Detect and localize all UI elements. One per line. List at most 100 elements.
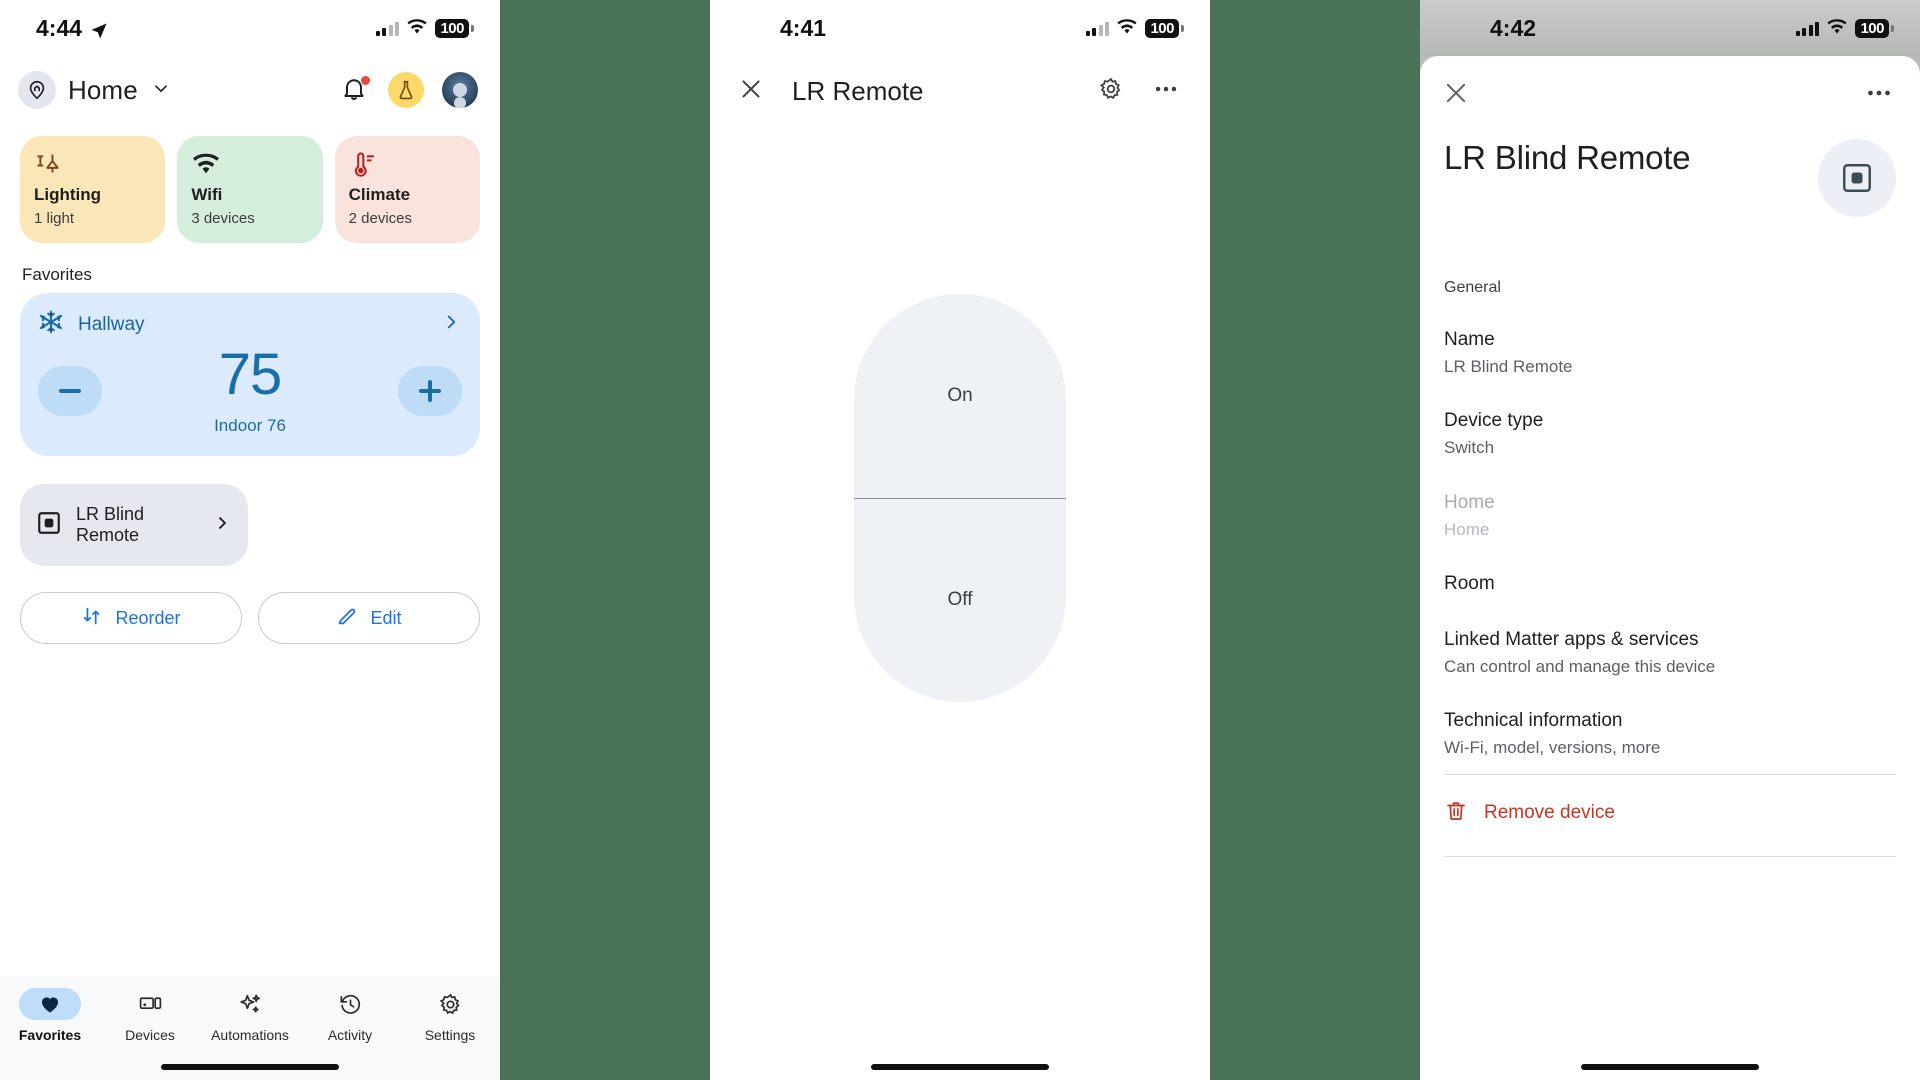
toggle-off-half[interactable]: Off [854, 499, 1066, 703]
phone-panel-device-settings: 4:42 100 LR Blind Remote General Name LR… [1420, 0, 1920, 1080]
cellular-signal-icon [1085, 20, 1110, 36]
thermostat-card[interactable]: Hallway 75 Indoor 76 [20, 293, 480, 457]
reorder-button-label: Reorder [115, 607, 181, 628]
status-bar: 4:44 100 [0, 0, 500, 56]
more-horizontal-icon[interactable] [1152, 75, 1180, 108]
chip-subtitle: 2 devices [348, 209, 413, 227]
experiments-flask-icon[interactable] [388, 72, 424, 108]
thermostat-room-name: Hallway [78, 313, 145, 335]
settings-row-linked-matter[interactable]: Linked Matter apps & services Can contro… [1444, 627, 1896, 678]
minus-icon [59, 389, 81, 394]
nav-item-devices[interactable]: Devices [100, 988, 200, 1043]
settings-row-technical-information[interactable]: Technical information Wi-Fi, model, vers… [1444, 708, 1896, 759]
remote-header: LR Remote [710, 56, 1210, 118]
avatar[interactable] [442, 72, 478, 108]
edit-button-label: Edit [370, 607, 402, 628]
settings-row-home[interactable]: Home Home [1444, 490, 1896, 541]
chip-subtitle: 3 devices [191, 209, 255, 227]
thermostat-indoor-reading: Indoor 76 [214, 416, 286, 436]
bottom-navigation: Favorites Devices Automations Activity S… [0, 976, 500, 1080]
group-label-general: General [1444, 279, 1501, 296]
trash-icon [1444, 799, 1468, 828]
chevron-down-icon[interactable] [150, 77, 172, 104]
toggle-on-half[interactable]: On [854, 294, 1066, 499]
close-x-icon[interactable] [738, 76, 764, 107]
chip-title: Lighting [34, 185, 102, 204]
nav-item-favorites[interactable]: Favorites [0, 988, 100, 1043]
battery-indicator: 100 [435, 18, 474, 38]
plus-icon [419, 380, 441, 403]
snowflake-icon [38, 309, 64, 340]
category-chip-lighting[interactable]: Lighting 1 light [20, 136, 166, 244]
row-subtitle: Switch [1444, 438, 1495, 458]
category-chip-row: Lighting 1 light Wifi 3 devices Climate … [0, 118, 500, 244]
page-title: LR Blind Remote [1444, 139, 1691, 176]
row-title: Device type [1444, 410, 1544, 432]
notification-bell-icon[interactable] [340, 75, 371, 105]
gear-icon[interactable] [1098, 76, 1124, 107]
chevron-right-icon[interactable] [212, 513, 232, 538]
settings-row-name[interactable]: Name LR Blind Remote [1444, 327, 1896, 378]
row-title: Home [1444, 491, 1495, 513]
toggle-on-label: On [947, 384, 973, 406]
power-toggle[interactable]: On Off [854, 294, 1066, 702]
row-title: Room [1444, 573, 1495, 595]
row-title: Linked Matter apps & services [1444, 628, 1699, 650]
row-subtitle: LR Blind Remote [1444, 356, 1573, 376]
nav-item-automations[interactable]: Automations [200, 988, 300, 1043]
temperature-decrease-button[interactable] [38, 366, 102, 417]
screenshot-stage: 4:44 100 Home Lighting 1 light Wifi 3 de… [0, 0, 1920, 1080]
favorite-device-lr-blind-remote[interactable]: LR Blind Remote [20, 484, 248, 567]
home-title: Home [68, 74, 138, 105]
row-subtitle: Wi-Fi, model, versions, more [1444, 738, 1661, 758]
home-selector[interactable]: Home [18, 71, 172, 109]
edit-button[interactable]: Edit [258, 592, 480, 645]
chevron-right-icon[interactable] [440, 311, 462, 338]
nav-item-activity[interactable]: Activity [300, 988, 400, 1043]
reorder-arrows-icon [81, 605, 103, 632]
status-time: 4:42 [1490, 14, 1537, 41]
thermostat-setpoint: 75 [218, 342, 283, 408]
settings-row-room[interactable]: Room [1444, 571, 1896, 597]
divider [1444, 855, 1896, 857]
close-x-icon[interactable] [1442, 79, 1470, 112]
row-subtitle: Can control and manage this device [1444, 656, 1716, 676]
home-indicator [161, 1064, 339, 1070]
toggle-off-label: Off [947, 589, 973, 611]
gear-icon [419, 988, 481, 1020]
chip-title: Climate [348, 185, 411, 204]
remove-device-button[interactable]: Remove device [1444, 775, 1896, 828]
category-chip-wifi[interactable]: Wifi 3 devices [177, 136, 323, 244]
temperature-increase-button[interactable] [398, 366, 462, 417]
blind-remote-icon [36, 510, 62, 541]
status-bar: 4:42 100 [1420, 0, 1920, 56]
device-name: LR Blind Remote [76, 504, 145, 546]
sparkles-icon [219, 988, 281, 1020]
favorites-section-label: Favorites [22, 265, 92, 285]
nav-item-settings[interactable]: Settings [400, 988, 500, 1043]
status-bar: 4:41 100 [710, 0, 1210, 56]
settings-rows: General Name LR Blind Remote Device type… [1420, 217, 1920, 857]
chip-subtitle: 1 light [34, 209, 75, 227]
location-arrow-icon [90, 19, 108, 39]
home-header: Home [0, 56, 500, 118]
thermometer-icon [349, 150, 466, 180]
phone-panel-remote: 4:41 100 LR Remote On Off [710, 0, 1210, 1080]
settings-row-device-type[interactable]: Device type Switch [1444, 408, 1896, 459]
phone-panel-favorites: 4:44 100 Home Lighting 1 light Wifi 3 de… [0, 0, 500, 1080]
wifi-status-icon [406, 15, 428, 42]
pencil-edit-icon [336, 605, 358, 632]
reorder-button[interactable]: Reorder [20, 592, 242, 645]
more-horizontal-icon[interactable] [1864, 78, 1894, 113]
category-chip-climate[interactable]: Climate 2 devices [334, 136, 480, 244]
location-pin-icon [18, 71, 56, 109]
notification-badge-dot [360, 75, 371, 86]
cellular-signal-icon [375, 20, 400, 36]
battery-indicator: 100 [1855, 18, 1894, 38]
status-time: 4:41 [780, 14, 827, 41]
lamp-icon [34, 150, 151, 180]
history-icon [319, 988, 381, 1020]
devices-icon [119, 988, 181, 1020]
wifi-status-icon [1826, 15, 1848, 42]
device-settings-sheet: LR Blind Remote General Name LR Blind Re… [1420, 56, 1920, 1080]
